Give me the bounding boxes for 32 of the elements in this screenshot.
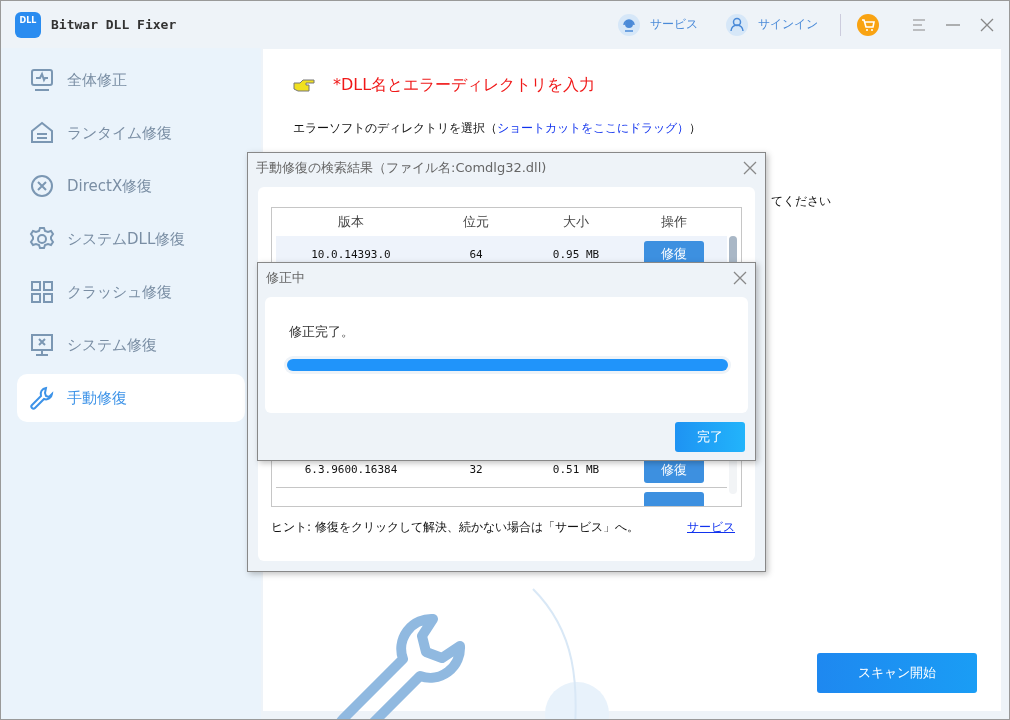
column-header: 操作 bbox=[660, 213, 688, 231]
hint-text: ヒント: 修復をクリックして解決、続かない場合は「サービス」へ。 bbox=[271, 519, 639, 536]
done-button[interactable]: 完了 bbox=[675, 422, 745, 452]
service-link[interactable]: サービス bbox=[650, 16, 698, 33]
sidebar-item[interactable]: クラッシュ修復 bbox=[17, 268, 245, 316]
shortcut-link[interactable]: ショートカットをここにドラッグ） bbox=[497, 121, 689, 135]
column-header: 位元 bbox=[462, 213, 490, 231]
service-link[interactable]: サービス bbox=[687, 519, 735, 536]
sidebar-item[interactable]: ランタイム修復 bbox=[17, 109, 245, 157]
column-header: 版本 bbox=[337, 213, 365, 231]
dialog-title: 手動修復の検索結果（ファイル名:Comdlg32.dll) bbox=[256, 159, 547, 177]
table-cell-text: 64 bbox=[468, 247, 484, 261]
signin-link[interactable]: サインイン bbox=[758, 16, 818, 33]
dialog-title: 修正中 bbox=[266, 269, 305, 287]
app-logo: DLL bbox=[15, 11, 41, 38]
column-header: 大小 bbox=[562, 213, 590, 231]
instruction-text: てください bbox=[771, 193, 831, 210]
table-cell-text: 0.95 MB bbox=[551, 247, 601, 261]
status-message: 修正完了。 bbox=[289, 323, 355, 341]
table-cell-text: 10.0.14393.0 bbox=[310, 247, 392, 261]
sidebar-item[interactable]: 全体修正 bbox=[17, 56, 245, 104]
scan-button[interactable]: スキャン開始 bbox=[817, 653, 977, 693]
table-cell-text: 0.51 MB bbox=[551, 463, 601, 476]
sidebar-item[interactable]: DirectX修復 bbox=[17, 162, 245, 210]
sidebar-item[interactable]: システム修復 bbox=[17, 321, 245, 369]
directory-label: エラーソフトのディレクトリを選択（ショートカットをここにドラッグ）） bbox=[293, 120, 702, 137]
sidebar-item[interactable]: 手動修復 bbox=[17, 374, 245, 422]
section-heading: *DLL名とエラーディレクトリを入力 bbox=[333, 75, 596, 96]
table-cell-text: 32 bbox=[468, 463, 484, 476]
window-title: Bitwar DLL Fixer bbox=[51, 17, 177, 32]
table-cell-text: 6.3.9600.16384 bbox=[303, 463, 399, 476]
sidebar-item[interactable]: システムDLL修復 bbox=[17, 215, 245, 263]
